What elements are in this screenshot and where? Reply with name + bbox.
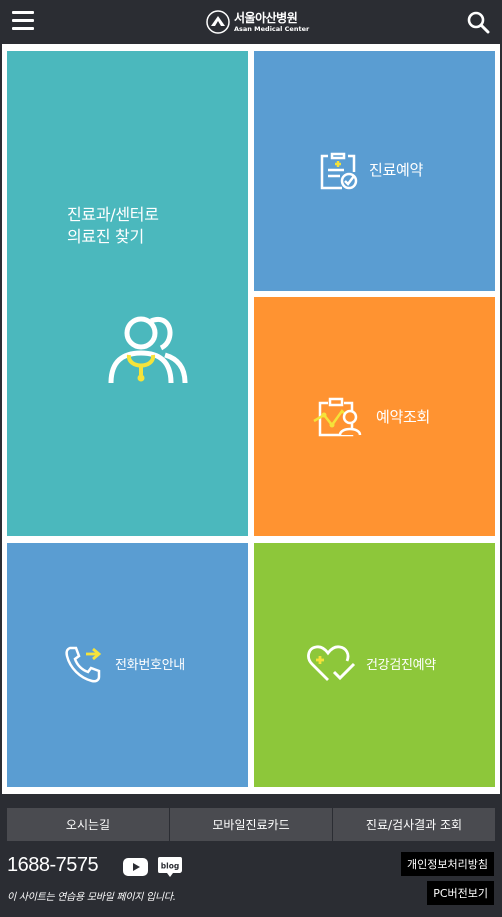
search-icon[interactable] [466, 10, 490, 34]
privacy-policy-button[interactable]: 개인정보처리방침 [401, 852, 494, 876]
find-doctor-label: 진료과/센터로 의료진 찾기 [67, 205, 159, 246]
logo-english-text: Asan Medical Center [234, 24, 310, 33]
blog-icon[interactable]: blog [157, 856, 183, 878]
logo-korean-text: 서울아산병원 [234, 10, 298, 25]
reservation-lookup-tile[interactable]: 예약조회 [254, 297, 495, 536]
doctor-stethoscope-icon [108, 316, 188, 384]
find-doctor-tile[interactable]: 진료과/센터로 의료진 찾기 [7, 51, 248, 536]
reservation-tile[interactable]: 진료예약 [254, 51, 495, 291]
practice-site-notice: 이 사이트는 연습용 모바일 페이지 입니다. [7, 892, 176, 903]
youtube-icon[interactable] [123, 858, 148, 876]
hospital-logo[interactable]: 서울아산병원 Asan Medical Center [206, 8, 309, 36]
clipboard-check-icon [320, 152, 358, 190]
phone-number[interactable]: 1688-7575 [7, 854, 99, 877]
health-checkup-tile[interactable]: 건강검진예약 [254, 543, 495, 787]
phone-directory-label: 전화번호안내 [115, 658, 185, 673]
heart-check-icon [307, 645, 356, 681]
reservation-lookup-label: 예약조회 [376, 408, 431, 426]
reservation-lookup-icon [313, 397, 362, 437]
phone-forward-icon [65, 646, 102, 683]
pc-version-button[interactable]: PC버전보기 [427, 881, 494, 905]
mobile-card-link[interactable]: 모바일진료카드 [170, 808, 333, 841]
phone-directory-tile[interactable]: 전화번호안내 [7, 543, 248, 787]
svg-text:blog: blog [161, 862, 179, 871]
reservation-label: 진료예약 [369, 161, 424, 179]
hamburger-menu-icon[interactable] [12, 10, 34, 32]
test-results-link[interactable]: 진료/검사결과 조회 [333, 808, 495, 841]
quick-links-bar: 오시는길 모바일진료카드 진료/검사결과 조회 [7, 808, 495, 841]
directions-link[interactable]: 오시는길 [7, 808, 170, 841]
health-checkup-label: 건강검진예약 [366, 658, 436, 673]
app-footer: 오시는길 모바일진료카드 진료/검사결과 조회 1688-7575 blog 이… [0, 794, 502, 917]
asan-emblem-icon [206, 10, 230, 34]
app-header: 서울아산병원 Asan Medical Center [0, 0, 502, 44]
